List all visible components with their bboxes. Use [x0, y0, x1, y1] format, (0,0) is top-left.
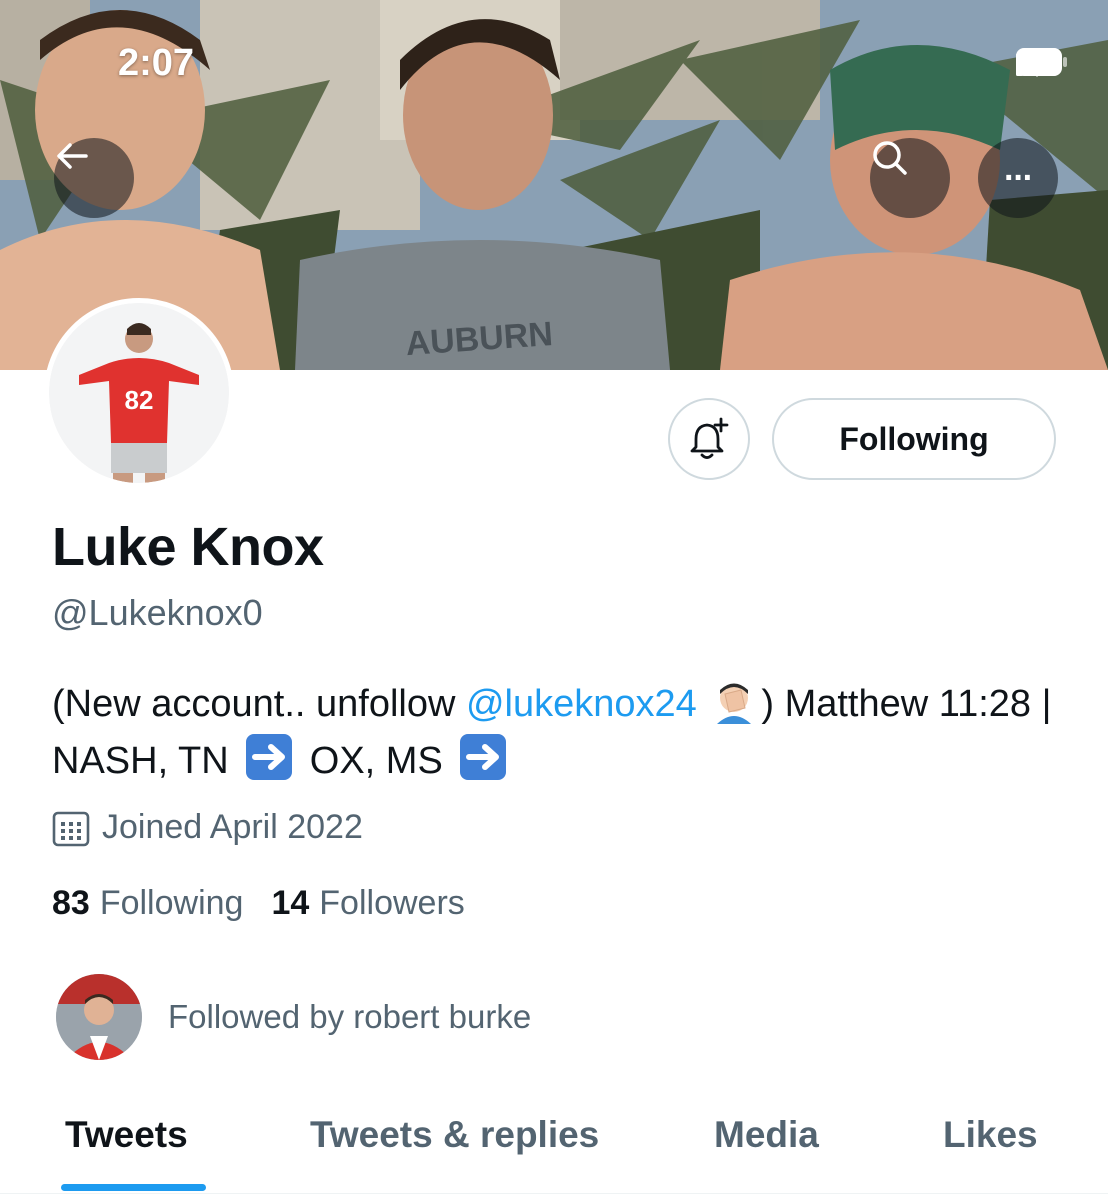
- right-arrow-emoji: [460, 734, 507, 780]
- profile-avatar[interactable]: 82: [44, 298, 234, 488]
- jersey-number: 82: [125, 385, 154, 415]
- following-stat[interactable]: 83 Following: [52, 884, 243, 923]
- joined-text: Joined April 2022: [102, 808, 363, 846]
- mutual-follower-avatar: [56, 974, 142, 1060]
- status-time: 2:07: [118, 42, 195, 84]
- bio-mention-link[interactable]: @lukeknox24: [466, 683, 697, 725]
- profile-tabs: Tweets Tweets & replies Media Likes: [0, 1096, 1108, 1200]
- handle: @Lukeknox0: [52, 592, 263, 633]
- following-count: 83: [52, 884, 90, 922]
- mutual-avatar-photo: [56, 974, 142, 1060]
- following-button[interactable]: Following: [772, 398, 1056, 480]
- active-tab-indicator: [61, 1184, 206, 1191]
- following-label: Following: [99, 884, 244, 922]
- tab-tweets-replies[interactable]: Tweets & replies: [310, 1114, 599, 1156]
- follow-stats: 83 Following 14 Followers: [52, 884, 465, 923]
- tab-tweets[interactable]: Tweets: [65, 1114, 188, 1156]
- bio-text: (New account.. unfollow: [52, 683, 466, 725]
- joined-date: Joined April 2022: [52, 808, 363, 847]
- more-button[interactable]: ···: [978, 138, 1058, 218]
- search-icon: [873, 141, 907, 175]
- followers-stat[interactable]: 14 Followers: [271, 884, 464, 923]
- man-facepalming-emoji: [717, 683, 752, 724]
- right-arrow-emoji: [246, 734, 293, 780]
- tab-media[interactable]: Media: [714, 1114, 819, 1156]
- notifications-button[interactable]: [668, 398, 750, 480]
- followers-count: 14: [271, 884, 310, 922]
- bell-plus-icon: [690, 417, 729, 459]
- followed-by[interactable]: Followed by robert burke: [56, 974, 531, 1060]
- followed-by-text: Followed by robert burke: [168, 998, 532, 1035]
- display-name: Luke Knox: [52, 517, 324, 577]
- tabs-divider: [0, 1193, 1108, 1194]
- back-button[interactable]: [54, 138, 134, 218]
- battery-icon: [1016, 48, 1067, 76]
- calendar-icon: [52, 811, 90, 846]
- more-horizontal-icon: ···: [1004, 159, 1034, 197]
- avatar-photo: 82: [49, 303, 229, 483]
- tab-likes[interactable]: Likes: [943, 1114, 1038, 1156]
- arrow-left-icon: [57, 143, 88, 169]
- bio-text-3: OX, MS: [299, 740, 454, 782]
- followers-label: Followers: [319, 884, 465, 922]
- bio: (New account.. unfollow @lukeknox24 ) Ma…: [52, 676, 1062, 790]
- search-button[interactable]: [870, 138, 950, 218]
